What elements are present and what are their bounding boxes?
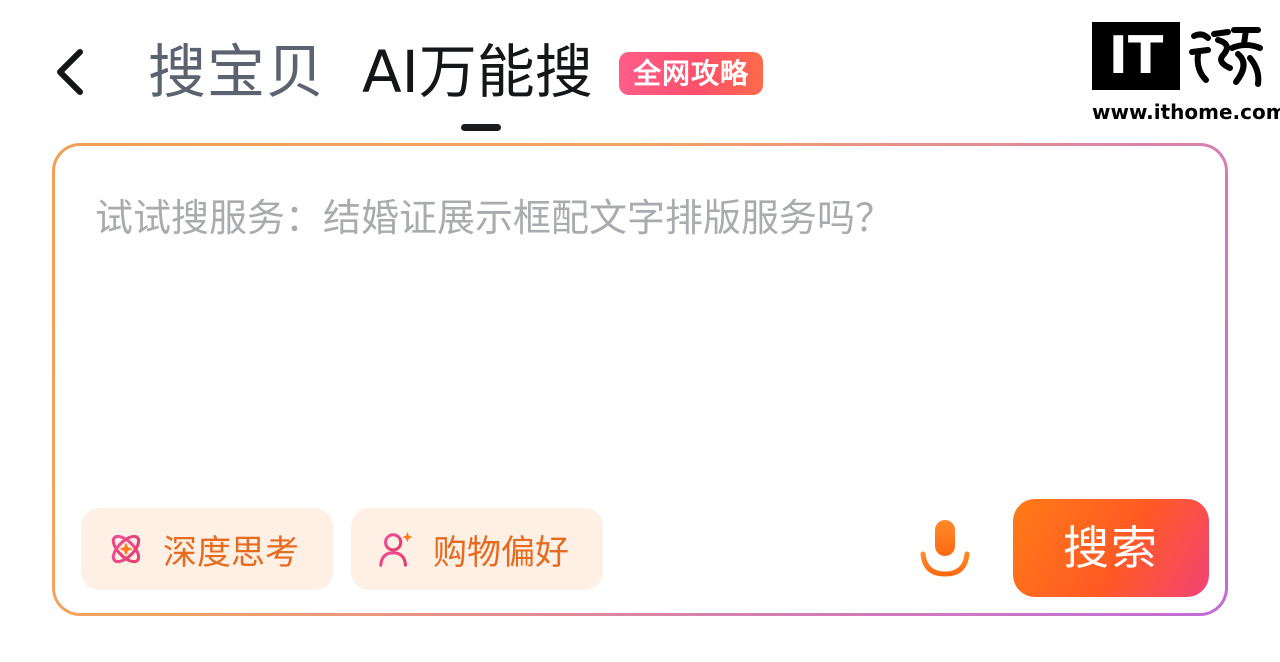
ai-search-card-body: 深度思考 购物偏好 (55, 146, 1225, 613)
shopping-preference-chip[interactable]: 购物偏好 (351, 508, 603, 590)
active-tab-indicator (461, 124, 501, 131)
back-button[interactable] (40, 40, 100, 104)
web-guide-badge: 全网攻略 (619, 52, 763, 95)
tab-ai-search[interactable]: AI万能搜 (362, 36, 593, 108)
voice-input-button[interactable] (917, 518, 973, 580)
atom-sparkle-icon (111, 534, 141, 564)
ithome-logo: IT (1092, 22, 1180, 90)
search-button[interactable]: 搜索 (1013, 499, 1209, 597)
watermark-url: www.ithome.com (1092, 100, 1280, 124)
search-query-input[interactable] (95, 194, 1155, 242)
calligraphy-mark (1189, 27, 1263, 87)
chevron-left-icon (57, 49, 83, 95)
ithome-watermark: IT www.ithome.com (1088, 22, 1280, 126)
deep-thinking-label: 深度思考 (163, 532, 299, 573)
shopping-preference-label: 购物偏好 (433, 532, 569, 573)
microphone-icon (920, 520, 970, 577)
tab-product-search[interactable]: 搜宝贝 (148, 36, 325, 108)
deep-thinking-chip[interactable]: 深度思考 (81, 508, 333, 590)
user-sparkle-icon (379, 531, 413, 567)
ai-search-card: 深度思考 购物偏好 (52, 143, 1228, 616)
